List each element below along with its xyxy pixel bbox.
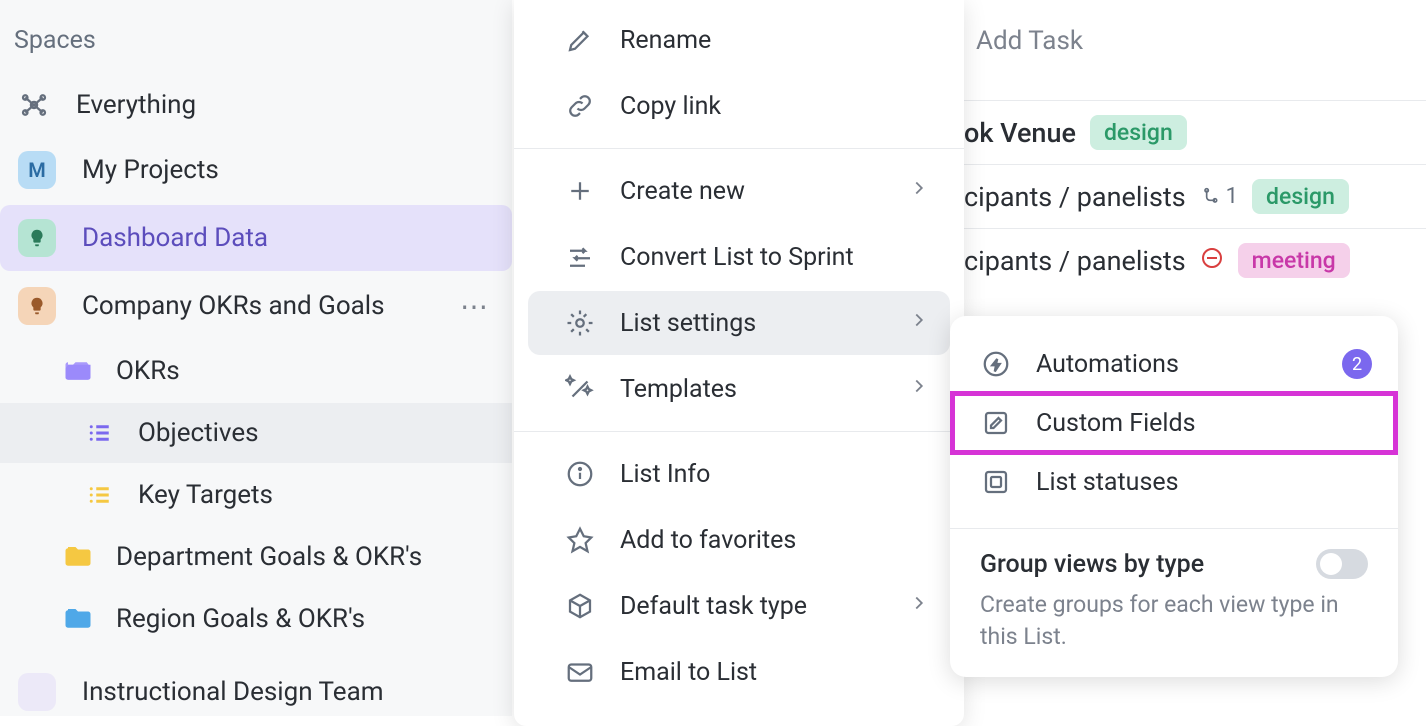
more-icon[interactable]: ⋯ xyxy=(460,290,490,323)
menu-convert-sprint[interactable]: Convert List to Sprint xyxy=(528,225,950,289)
submenu-custom-fields[interactable]: Custom Fields xyxy=(950,391,1398,455)
submenu-divider xyxy=(950,528,1398,529)
menu-label: Templates xyxy=(620,375,737,404)
sidebar-folder-region[interactable]: Region Goals & OKR's xyxy=(44,589,512,649)
sidebar-label: Dashboard Data xyxy=(82,223,268,253)
group-views-toggle[interactable] xyxy=(1316,549,1368,579)
menu-list-info[interactable]: List Info xyxy=(528,442,950,506)
submenu-label: Custom Fields xyxy=(1036,409,1196,438)
menu-email-to-list[interactable]: Email to List xyxy=(528,640,950,704)
sidebar-label: OKRs xyxy=(116,356,180,386)
chevron-right-icon xyxy=(908,375,930,404)
sidebar-label: Region Goals & OKR's xyxy=(116,604,365,634)
lightbulb-icon xyxy=(18,219,56,257)
avatar-i-icon xyxy=(18,673,56,711)
automations-count-badge: 2 xyxy=(1342,349,1372,379)
blocked-icon xyxy=(1200,245,1224,277)
subtask-count: 1 xyxy=(1200,184,1238,209)
plus-icon xyxy=(564,175,596,207)
menu-rename[interactable]: Rename xyxy=(528,8,950,72)
sidebar-item-instructional[interactable]: Instructional Design Team xyxy=(0,651,512,725)
menu-divider xyxy=(514,148,964,149)
spaces-header: Spaces xyxy=(0,18,512,73)
menu-label: Add to favorites xyxy=(620,526,796,555)
add-task-button[interactable]: Add Task xyxy=(964,18,1426,100)
submenu-list-statuses[interactable]: List statuses xyxy=(950,450,1398,514)
chevron-right-icon xyxy=(908,177,930,206)
folder-icon xyxy=(62,603,94,635)
avatar-m-icon: M xyxy=(18,151,56,189)
automation-icon xyxy=(980,348,1012,380)
menu-list-settings[interactable]: List settings xyxy=(528,291,950,355)
gear-icon xyxy=(564,307,596,339)
star-icon xyxy=(564,524,596,556)
submenu-automations[interactable]: Automations 2 xyxy=(950,332,1398,396)
sidebar-item-my-projects[interactable]: M My Projects xyxy=(0,137,512,203)
sprint-icon xyxy=(564,241,596,273)
sidebar-label: Company OKRs and Goals xyxy=(82,291,385,321)
menu-copy-link[interactable]: Copy link xyxy=(528,74,950,138)
mail-icon xyxy=(564,656,596,688)
menu-label: List Info xyxy=(620,460,710,489)
status-icon xyxy=(980,466,1012,498)
menu-label: Create new xyxy=(620,177,745,206)
list-settings-submenu: Automations 2 Custom Fields List statuse… xyxy=(950,316,1398,677)
sidebar-folder-okrs[interactable]: OKRs xyxy=(44,341,512,401)
folder-icon xyxy=(62,541,94,573)
info-icon xyxy=(564,458,596,490)
group-views-description: Create groups for each view type in this… xyxy=(980,589,1368,653)
tag-design[interactable]: design xyxy=(1252,179,1349,214)
sidebar-label: My Projects xyxy=(82,155,219,185)
menu-label: List settings xyxy=(620,309,756,338)
menu-add-favorites[interactable]: Add to favorites xyxy=(528,508,950,572)
sidebar-label: Department Goals & OKR's xyxy=(116,542,422,572)
context-menu: Rename Copy link Create new Convert List… xyxy=(514,0,964,726)
lightbulb-icon xyxy=(18,287,56,325)
cube-icon xyxy=(564,590,596,622)
menu-templates[interactable]: Templates xyxy=(528,357,950,421)
task-title: cipants / panelists xyxy=(964,181,1186,213)
sidebar-item-dashboard-data[interactable]: Dashboard Data xyxy=(0,205,512,271)
sidebar-label: Instructional Design Team xyxy=(82,677,384,707)
menu-divider xyxy=(514,431,964,432)
sidebar-label: Objectives xyxy=(138,418,259,448)
menu-default-task-type[interactable]: Default task type xyxy=(528,574,950,638)
group-views-label: Group views by type xyxy=(980,550,1204,579)
chevron-right-icon xyxy=(908,592,930,621)
task-row[interactable]: cipants / panelists 1 design xyxy=(964,164,1426,228)
sidebar-list-key-targets[interactable]: Key Targets xyxy=(66,465,512,525)
network-icon xyxy=(18,89,50,121)
sidebar-item-everything[interactable]: Everything xyxy=(0,75,512,135)
pencil-icon xyxy=(564,24,596,56)
task-row[interactable]: ok Venue design xyxy=(964,100,1426,164)
tag-design[interactable]: design xyxy=(1090,115,1187,150)
menu-create-new[interactable]: Create new xyxy=(528,159,950,223)
tag-meeting[interactable]: meeting xyxy=(1238,243,1350,278)
list-icon xyxy=(84,479,116,511)
menu-label: Convert List to Sprint xyxy=(620,243,854,272)
menu-label: Copy link xyxy=(620,92,721,121)
submenu-label: Automations xyxy=(1036,350,1179,379)
sidebar-folder-department[interactable]: Department Goals & OKR's xyxy=(44,527,512,587)
link-icon xyxy=(564,90,596,122)
menu-label: Default task type xyxy=(620,592,807,621)
submenu-label: List statuses xyxy=(1036,468,1179,497)
folder-open-icon xyxy=(62,355,94,387)
edit-square-icon xyxy=(980,407,1012,439)
menu-label: Email to List xyxy=(620,658,757,687)
task-title: cipants / panelists xyxy=(964,245,1186,277)
menu-label: Rename xyxy=(620,26,711,55)
task-row[interactable]: cipants / panelists meeting xyxy=(964,228,1426,292)
sidebar-label: Key Targets xyxy=(138,480,273,510)
sidebar-item-company-okrs[interactable]: Company OKRs and Goals ⋯ xyxy=(0,273,512,339)
chevron-right-icon xyxy=(908,309,930,338)
sidebar-label: Everything xyxy=(76,90,196,120)
task-title: ok Venue xyxy=(964,117,1076,149)
sidebar-list-objectives[interactable]: Objectives xyxy=(0,403,512,463)
list-icon xyxy=(84,417,116,449)
wand-icon xyxy=(564,373,596,405)
